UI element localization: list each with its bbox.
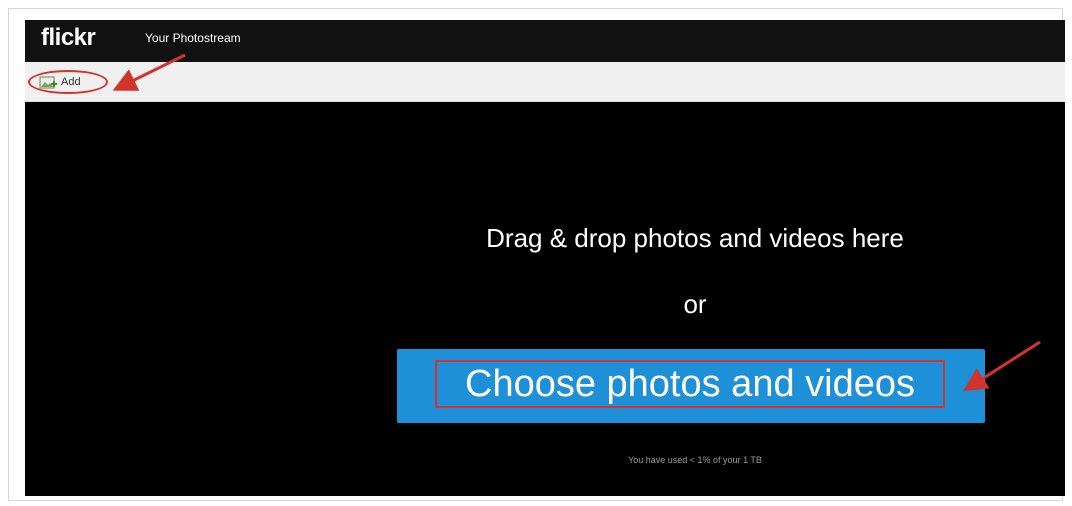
or-separator: or xyxy=(683,289,707,319)
drag-drop-instructions: Drag & drop photos and videos here xyxy=(486,223,904,253)
upload-toolbar: Add xyxy=(25,62,1065,102)
choose-photos-label: Choose photos and videos xyxy=(435,360,945,408)
flickr-logo[interactable]: flickr xyxy=(41,24,96,52)
add-highlight-circle xyxy=(28,70,108,94)
drop-zone[interactable]: Drag & drop photos and videos here or Ch… xyxy=(25,102,1065,496)
choose-photos-button[interactable]: Choose photos and videos xyxy=(397,349,985,423)
storage-usage-text: You have used < 1% of your 1 TB xyxy=(628,455,762,465)
top-navigation-bar: flickr Your Photostream xyxy=(25,20,1065,62)
photostream-link[interactable]: Your Photostream xyxy=(145,31,241,45)
